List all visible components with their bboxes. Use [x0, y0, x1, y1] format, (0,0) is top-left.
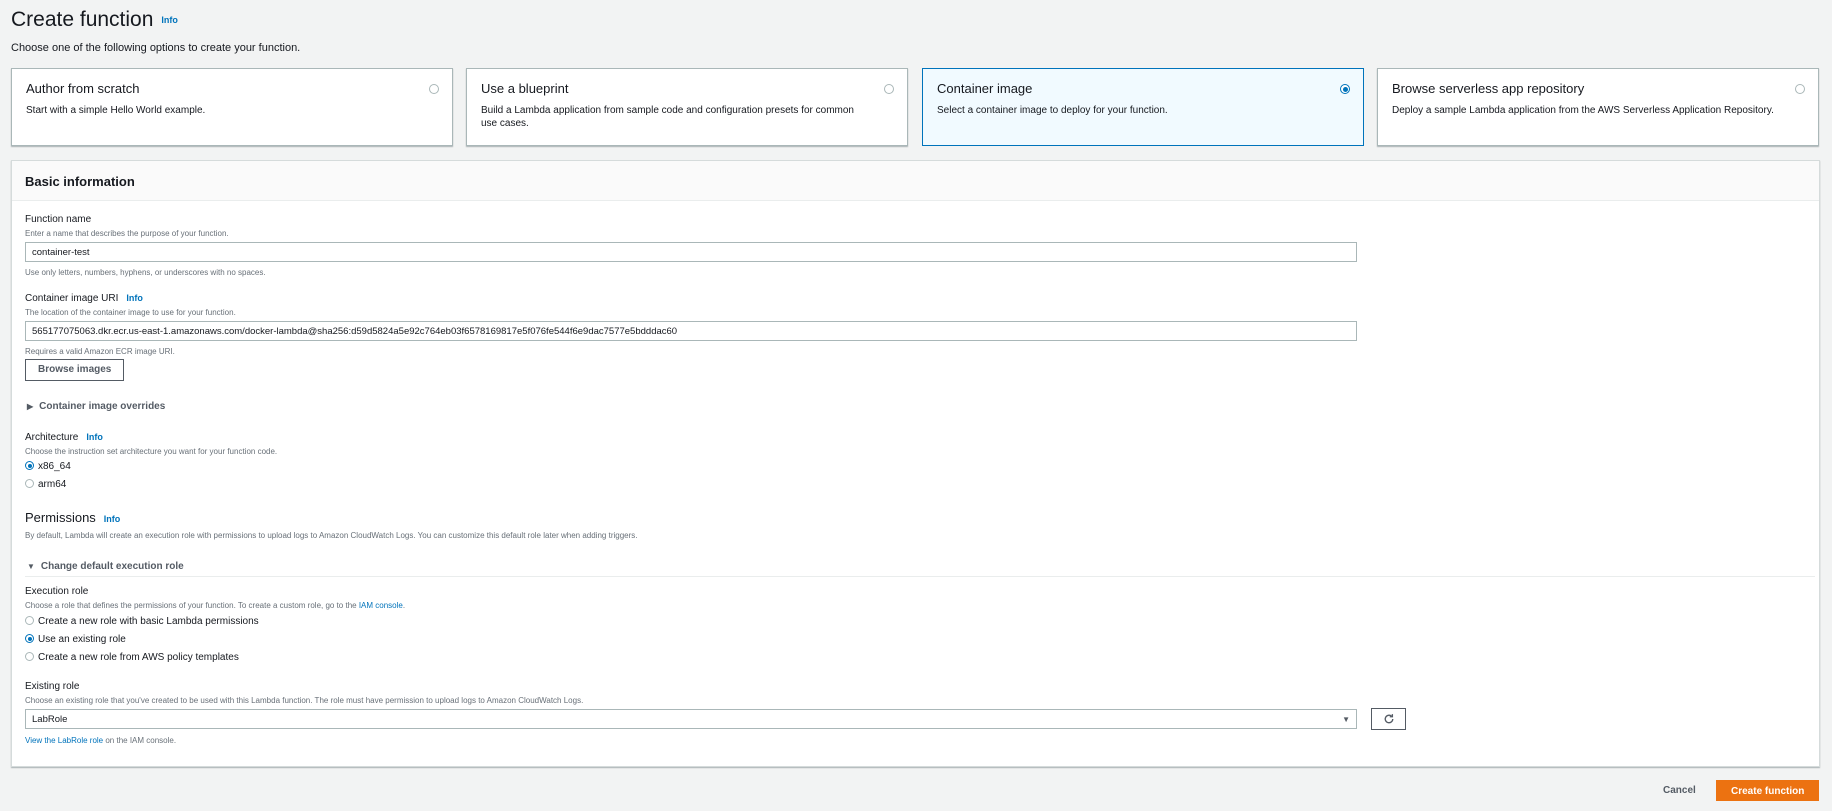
caret-down-icon: ▼	[1342, 715, 1350, 724]
function-name-input[interactable]: container-test	[25, 242, 1357, 262]
caret-down-icon: ▼	[27, 562, 35, 571]
permissions-title: Permissions Info	[25, 510, 120, 525]
refresh-icon	[1384, 714, 1393, 724]
execution-role-label: Execution role	[25, 586, 89, 597]
refresh-roles-button[interactable]	[1371, 708, 1406, 730]
option-author-from-scratch[interactable]: Author from scratch Start with a simple …	[11, 68, 453, 146]
existing-role-label: Existing role	[25, 681, 80, 692]
existing-role-value: LabRole	[32, 714, 68, 725]
page-title: Create function Info	[11, 8, 178, 32]
radio-label: Create a new role from AWS policy templa…	[38, 652, 239, 663]
caret-right-icon: ▶	[27, 402, 34, 411]
page-info-link[interactable]: Info	[161, 15, 178, 25]
image-uri-info-link[interactable]: Info	[126, 293, 143, 303]
view-role-suffix: on the IAM console.	[103, 736, 177, 745]
page-description: Choose one of the following options to c…	[11, 42, 301, 54]
section-divider	[25, 576, 1815, 577]
option-description: Build a Lambda application from sample c…	[481, 105, 854, 129]
execution-role-description-suffix: .	[402, 601, 406, 610]
option-browse-serverless-repo[interactable]: Browse serverless app repository Deploy …	[1377, 68, 1819, 146]
panel-header: Basic information	[12, 161, 1819, 201]
radio-label: Create a new role with basic Lambda perm…	[38, 616, 259, 627]
expander-label: Change default execution role	[40, 561, 184, 572]
browse-images-button[interactable]: Browse images	[25, 359, 125, 381]
radio-label: Use an existing role	[38, 634, 126, 645]
existing-role-view-hint: View the LabRole role on the IAM console…	[25, 736, 176, 745]
panel-title: Basic information	[25, 174, 135, 189]
expander-label: Container image overrides	[39, 401, 166, 412]
radio-selected[interactable]	[25, 634, 34, 643]
permissions-info-link[interactable]: Info	[104, 514, 121, 524]
option-title: Author from scratch	[26, 81, 140, 96]
permissions-description: By default, Lambda will create an execut…	[25, 531, 638, 540]
existing-role-description: Choose an existing role that you've crea…	[25, 696, 584, 705]
option-title: Container image	[937, 81, 1033, 96]
execution-role-option-existing[interactable]: Use an existing role	[25, 634, 126, 645]
option-radio-selected[interactable]	[1340, 84, 1350, 94]
function-name-constraint: Use only letters, numbers, hyphens, or u…	[25, 268, 266, 277]
function-name-label: Function name	[25, 214, 92, 225]
image-uri-label-text: Container image URI	[25, 293, 119, 304]
option-radio[interactable]	[429, 84, 439, 94]
permissions-title-text: Permissions	[25, 510, 96, 525]
option-description: Start with a simple Hello World example.	[26, 105, 206, 116]
image-uri-label: Container image URI Info	[25, 293, 143, 304]
option-description: Select a container image to deploy for y…	[937, 105, 1168, 116]
radio[interactable]	[25, 479, 34, 488]
radio-label: arm64	[38, 479, 67, 490]
change-execution-role-expander[interactable]: ▼ Change default execution role	[27, 561, 184, 572]
architecture-label: Architecture Info	[25, 432, 103, 443]
radio[interactable]	[25, 616, 34, 625]
execution-role-description-text: Choose a role that defines the permissio…	[25, 601, 359, 610]
architecture-option-arm64[interactable]: arm64	[25, 479, 66, 490]
radio-selected[interactable]	[25, 461, 34, 470]
view-role-link[interactable]: View the LabRole role	[25, 736, 103, 745]
function-name-description: Enter a name that describes the purpose …	[25, 229, 229, 238]
execution-role-description: Choose a role that defines the permissio…	[25, 601, 405, 610]
radio[interactable]	[25, 652, 34, 661]
page-title-text: Create function	[11, 8, 154, 31]
architecture-option-x86[interactable]: x86_64	[25, 461, 71, 472]
create-function-button[interactable]: Create function	[1716, 780, 1820, 801]
image-uri-constraint: Requires a valid Amazon ECR image URI.	[25, 347, 175, 356]
radio-label: x86_64	[38, 461, 71, 472]
option-radio[interactable]	[1795, 84, 1805, 94]
option-container-image[interactable]: Container image Select a container image…	[922, 68, 1364, 146]
basic-information-panel: Basic information Function name Enter a …	[11, 160, 1820, 767]
image-uri-description: The location of the container image to u…	[25, 308, 236, 317]
execution-role-option-new-basic[interactable]: Create a new role with basic Lambda perm…	[25, 616, 259, 627]
option-radio[interactable]	[884, 84, 894, 94]
architecture-description: Choose the instruction set architecture …	[25, 447, 278, 456]
iam-console-link[interactable]: IAM console	[359, 601, 403, 610]
option-description: Deploy a sample Lambda application from …	[1392, 105, 1774, 116]
image-uri-input[interactable]: 565177075063.dkr.ecr.us-east-1.amazonaws…	[25, 321, 1357, 341]
option-title: Use a blueprint	[481, 81, 569, 96]
option-title: Browse serverless app repository	[1392, 81, 1585, 96]
container-image-overrides-expander[interactable]: ▶ Container image overrides	[27, 401, 165, 412]
option-use-blueprint[interactable]: Use a blueprint Build a Lambda applicati…	[466, 68, 908, 146]
existing-role-select[interactable]: LabRole ▼	[25, 709, 1357, 729]
architecture-info-link[interactable]: Info	[86, 432, 103, 442]
cancel-button[interactable]: Cancel	[1663, 785, 1696, 796]
execution-role-option-policy-templates[interactable]: Create a new role from AWS policy templa…	[25, 652, 239, 663]
architecture-label-text: Architecture	[25, 432, 79, 443]
